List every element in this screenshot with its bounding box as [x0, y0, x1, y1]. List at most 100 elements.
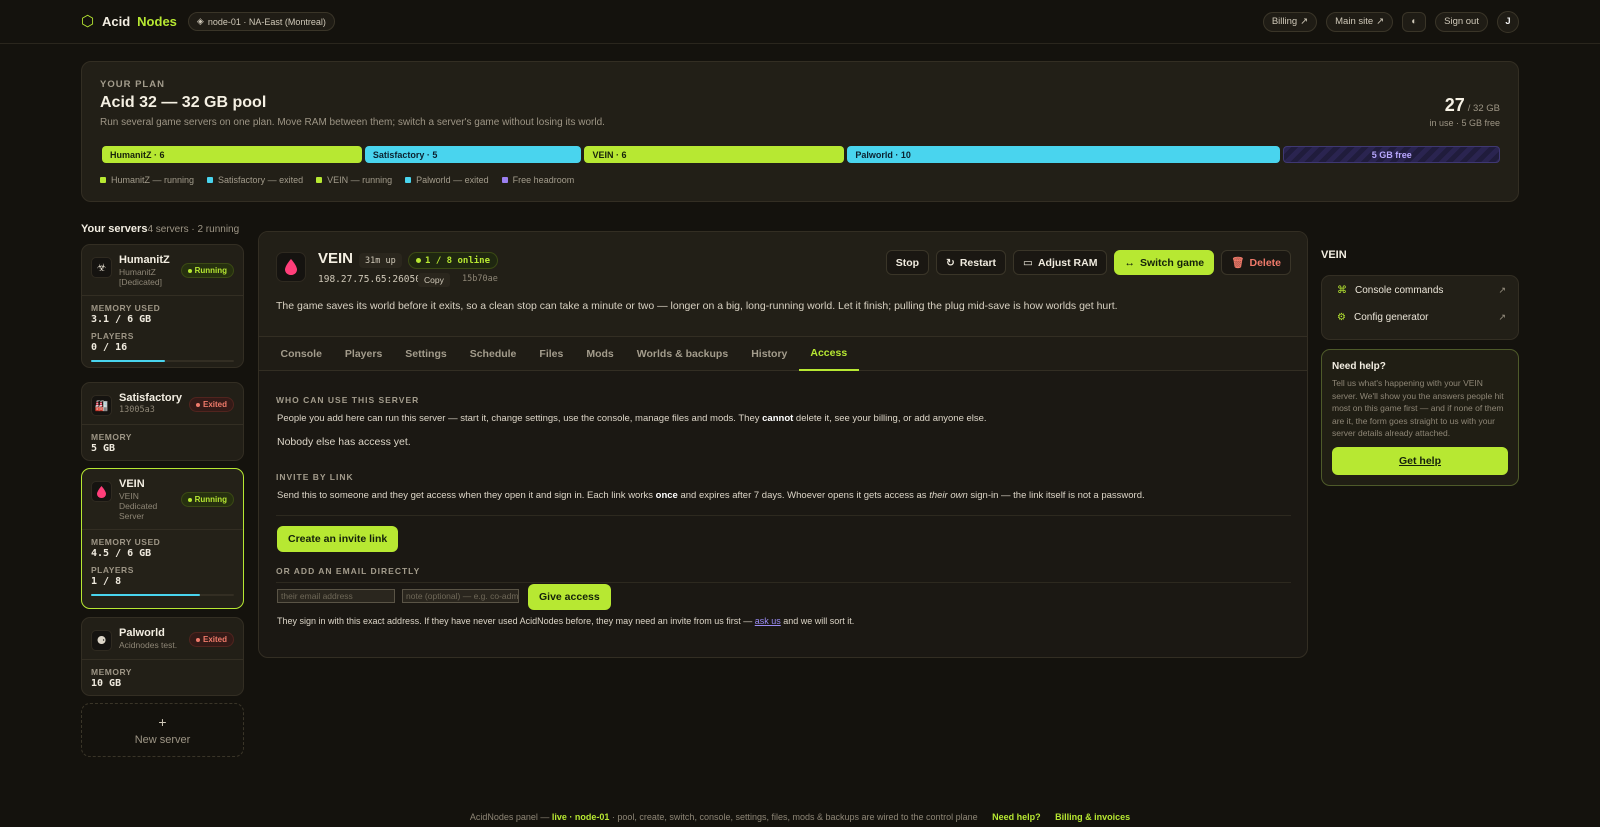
email-field[interactable]: their email address [277, 589, 395, 603]
tab-mods[interactable]: Mods [575, 337, 625, 371]
segment-label: HumanitZ · 6 [110, 149, 165, 160]
segment-label: Palworld · 10 [855, 149, 911, 160]
memory-value: 4.5 / 6 GB [91, 548, 152, 559]
plan-usage: 27 / 32 GB in use · 5 GB free [1429, 95, 1500, 128]
plan-title: Acid 32 — 32 GB pool [100, 94, 267, 111]
footer-billing-link[interactable]: Billing & invoices [1055, 812, 1130, 822]
restart-button[interactable]: ↻ Restart [936, 250, 1007, 275]
avatar-initial: J [1505, 16, 1511, 27]
footer: AcidNodes panel — live · node-01 · pool,… [469, 812, 1131, 822]
legend-item: HumanitZ — running [100, 175, 194, 185]
copy-address-button[interactable]: Copy [418, 273, 450, 287]
tab-files[interactable]: Files [528, 337, 575, 371]
players-label: PLAYERS [91, 565, 134, 575]
pool-segment-vein[interactable]: VEIN · 6 [584, 146, 845, 163]
server-name: Palworld [119, 627, 165, 639]
external-link-icon: ↗ [1498, 311, 1506, 322]
diamond-icon: ◈ [196, 16, 204, 26]
plan-card: YOUR PLAN Acid 32 — 32 GB pool Run sever… [81, 61, 1519, 202]
new-server-label: New server [134, 734, 191, 746]
uptime-badge: 31m up [359, 253, 402, 268]
tab-schedule[interactable]: Schedule [458, 337, 528, 371]
pool-segment-palworld[interactable]: Palworld · 10 [847, 146, 1281, 163]
pool-segment-satisfactory[interactable]: Satisfactory · 5 [364, 146, 582, 163]
note-field[interactable]: note (optional) — e.g. co-admin [402, 589, 519, 603]
brand-name-b: Nodes [137, 14, 177, 29]
tab-players[interactable]: Players [333, 337, 393, 371]
status-badge: Exited [188, 632, 234, 647]
segment-label: VEIN · 6 [592, 149, 627, 160]
adjust-ram-button[interactable]: ▭ Adjust RAM [1013, 250, 1108, 275]
server-name: VEIN [119, 478, 145, 490]
tab-settings[interactable]: Settings [394, 337, 458, 371]
delete-button[interactable]: 🗑 Delete [1221, 250, 1291, 275]
tab-access[interactable]: Access [798, 337, 859, 371]
pool-segment-free: 5 GB free [1283, 146, 1500, 163]
tab-worlds-backups[interactable]: Worlds & backups [625, 337, 739, 371]
tab-history[interactable]: History [740, 337, 799, 371]
console-commands-link[interactable]: ⌘ Console commands ↗ [1337, 282, 1506, 298]
who-can-use-heading: WHO CAN USE THIS SERVER [276, 395, 420, 405]
memory-progress [91, 594, 234, 596]
swap-icon: ↔ [1124, 256, 1135, 269]
main-site-link[interactable]: Main site ↗ [1326, 11, 1394, 32]
plus-icon: + [158, 714, 167, 730]
server-address: 198.27.75.65:26050 [318, 274, 421, 285]
node-label: node-01 · NA-East (Montreal) [207, 16, 326, 27]
get-help-button[interactable]: Get help [1332, 447, 1508, 475]
server-desc: HumanitZ [Dedicated] [119, 267, 162, 287]
server-title: VEIN [318, 250, 354, 267]
build-hash: 15b70ae [462, 274, 498, 284]
give-access-button[interactable]: Give access [528, 584, 611, 610]
server-card-humanitz[interactable]: ☣ HumanitZ HumanitZ [Dedicated] Running … [81, 244, 244, 368]
status-badge: Exited [188, 397, 234, 412]
memory-label: MEMORY [91, 667, 132, 677]
server-desc: 13005a3 [119, 405, 155, 415]
pool-segment-humanitz[interactable]: HumanitZ · 6 [102, 146, 362, 163]
gear-icon: ⚙ [1337, 311, 1346, 323]
ask-us-link[interactable]: ask us [755, 616, 781, 626]
satisfactory-game-icon: 🏭 [91, 395, 112, 416]
players-label: PLAYERS [91, 331, 134, 341]
footer-help-link[interactable]: Need help? [992, 812, 1041, 822]
memory-value: 5 GB [91, 443, 116, 454]
node-selector[interactable]: ◈ node-01 · NA-East (Montreal) [187, 12, 335, 31]
status-badge: Running [180, 263, 234, 278]
legend-item: Satisfactory — exited [207, 175, 303, 185]
ram-pool-bar: HumanitZ · 6 Satisfactory · 5 VEIN · 6 P… [102, 146, 1500, 163]
memory-progress [91, 360, 234, 362]
legend-item: Palworld — exited [405, 175, 489, 185]
billing-link[interactable]: Billing ↗ [1262, 11, 1318, 32]
pool-legend: HumanitZ — running Satisfactory — exited… [100, 175, 574, 185]
create-invite-button[interactable]: Create an invite link [277, 526, 399, 552]
help-title: Need help? [1332, 361, 1386, 372]
palworld-game-icon: ⚈ [91, 630, 112, 651]
switch-game-button[interactable]: ↔ Switch game [1114, 250, 1215, 275]
invite-text: Send this to someone and they get access… [277, 490, 1145, 501]
server-card-vein[interactable]: VEIN VEIN Dedicated Server Running MEMOR… [81, 468, 244, 609]
server-card-palworld[interactable]: ⚈ Palworld Acidnodes test. Exited MEMORY… [81, 617, 244, 696]
plan-kicker: YOUR PLAN [100, 79, 165, 90]
tab-console[interactable]: Console [269, 337, 333, 371]
players-value: 1 / 8 [91, 576, 122, 587]
memory-label: MEMORY USED [91, 303, 161, 313]
server-card-satisfactory[interactable]: 🏭 Satisfactory 13005a3 Exited MEMORY 5 G… [81, 382, 244, 461]
memory-value: 3.1 / 6 GB [91, 314, 152, 325]
help-card: Need help? Tell us what's happening with… [1321, 349, 1519, 486]
online-badge: 1 / 8 online [408, 252, 499, 269]
avatar[interactable]: J [1497, 10, 1519, 33]
plan-total: / 32 GB [1467, 103, 1500, 114]
sign-out-button[interactable]: Sign out [1435, 11, 1488, 32]
help-text: Tell us what's happening with your VEIN … [1332, 378, 1504, 438]
brand-logo[interactable]: ⬡ Acid Nodes [81, 14, 177, 29]
theme-toggle-button[interactable]: ◐ [1402, 11, 1427, 32]
stop-button[interactable]: Stop [885, 250, 930, 275]
live-status: live · node-01 [551, 812, 610, 822]
legend-item: VEIN — running [316, 175, 392, 185]
game-tools-card: ⌘ Console commands ↗ ⚙ Config generator ↗ [1321, 275, 1519, 340]
new-server-button[interactable]: + New server [81, 703, 244, 757]
server-desc: Acidnodes test. [119, 640, 178, 650]
servers-heading: Your servers4 servers · 2 running [81, 223, 240, 235]
config-generator-link[interactable]: ⚙ Config generator ↗ [1337, 309, 1506, 325]
server-detail-header: VEIN 31m up 1 / 8 online 198.27.75.65:26… [259, 232, 1307, 337]
